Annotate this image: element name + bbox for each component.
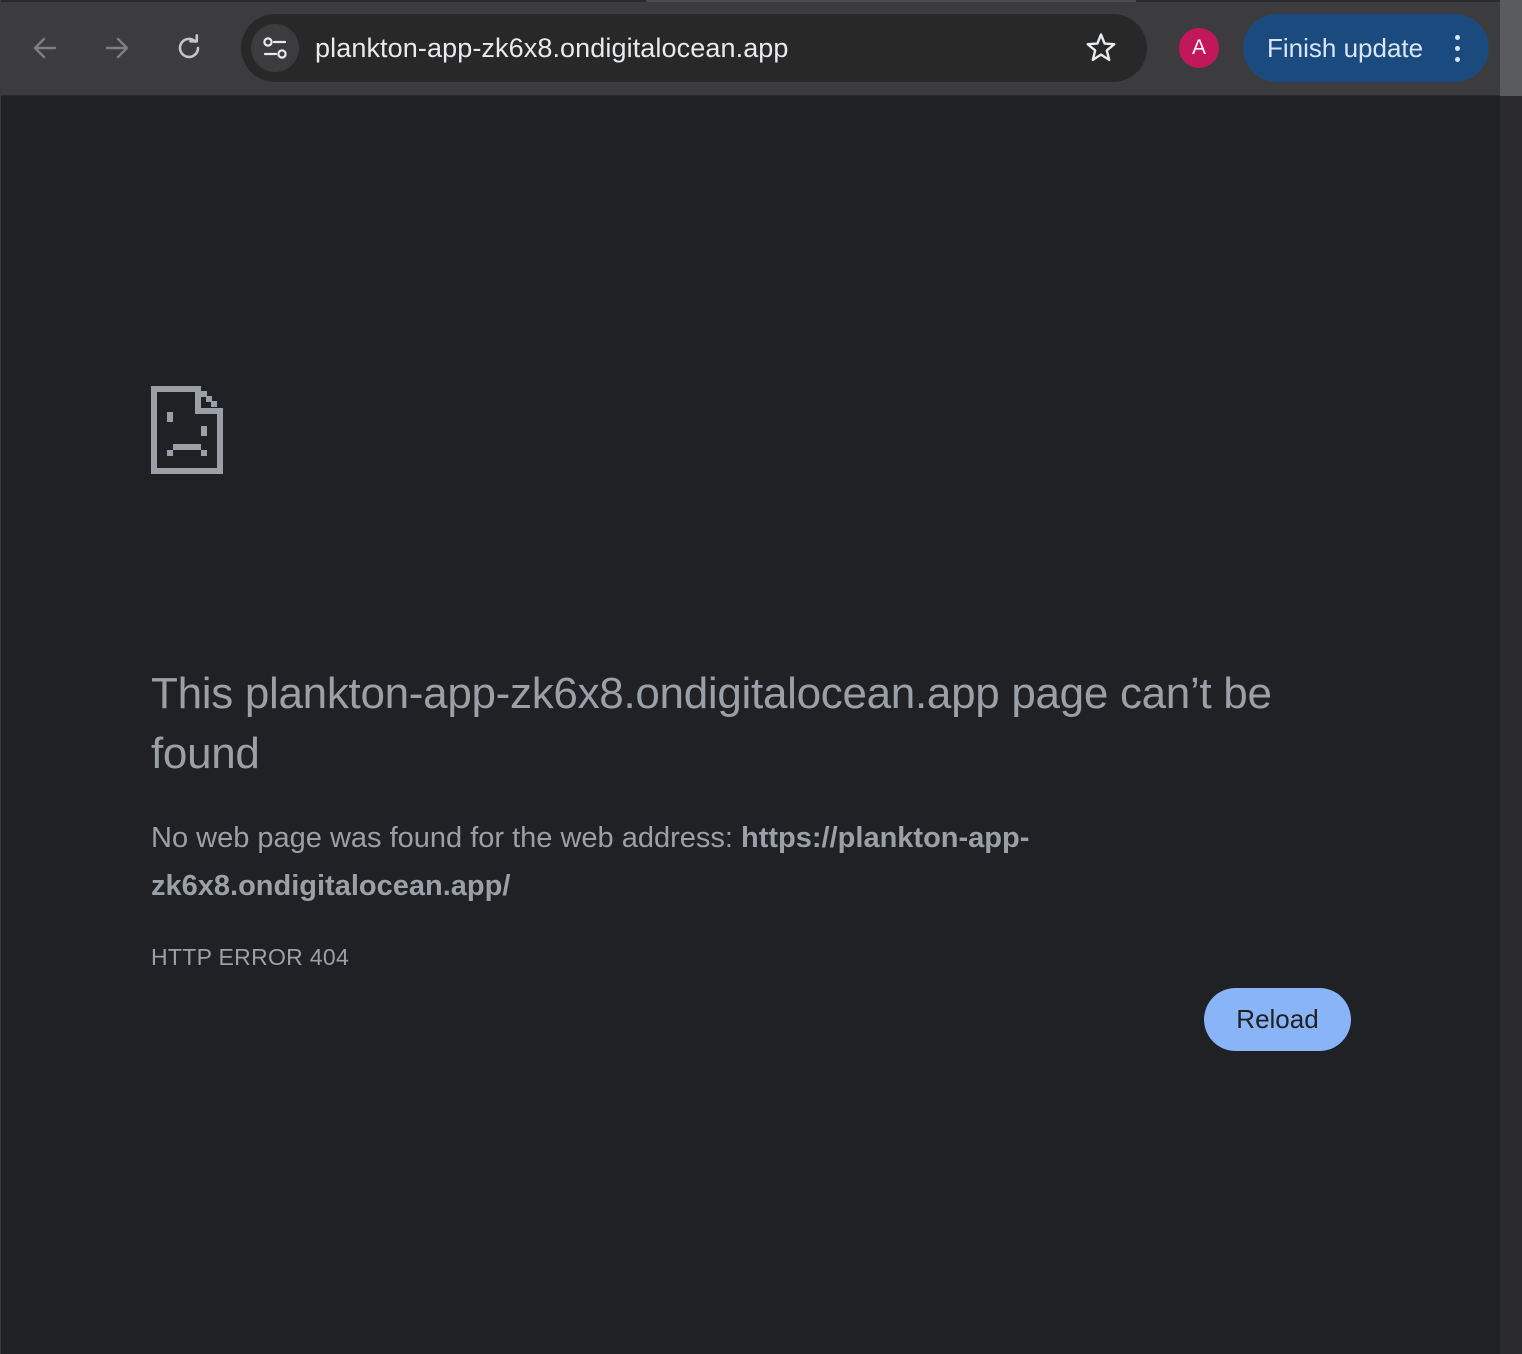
error-title: This plankton-app-zk6x8.ondigitalocean.a… — [151, 669, 1272, 778]
reload-icon — [178, 34, 200, 59]
bookmark-button[interactable] — [1083, 30, 1119, 66]
arrow-left-icon — [33, 37, 57, 59]
back-button[interactable] — [23, 26, 67, 70]
finish-update-label: Finish update — [1267, 33, 1424, 63]
browser-window: plankton-app-zk6x8.ondigitalocean.app A … — [0, 0, 1501, 1354]
browser-toolbar: plankton-app-zk6x8.ondigitalocean.app A … — [1, 0, 1501, 96]
error-description: No web page was found for the web addres… — [151, 814, 1111, 910]
error-code: HTTP ERROR 404 — [151, 944, 350, 970]
active-tab[interactable] — [646, 0, 1136, 2]
forward-button[interactable] — [95, 26, 139, 70]
sad-file-icon — [151, 386, 223, 474]
star-icon — [1086, 33, 1116, 62]
error-description-text: No web page was found for the web addres… — [151, 822, 742, 854]
window-edge-toolbar — [1500, 0, 1522, 96]
tab-strip — [1, 0, 1501, 2]
address-bar[interactable]: plankton-app-zk6x8.ondigitalocean.app — [241, 14, 1147, 82]
finish-update-button[interactable]: Finish update — [1243, 14, 1489, 82]
arrow-right-icon — [105, 37, 129, 59]
url-text[interactable]: plankton-app-zk6x8.ondigitalocean.app — [315, 14, 789, 82]
reload-button[interactable]: Reload — [1204, 988, 1351, 1051]
site-info-button[interactable] — [251, 24, 299, 72]
window-edge — [1500, 0, 1522, 1354]
reload-toolbar-button[interactable] — [167, 26, 211, 70]
kebab-icon — [1445, 30, 1469, 66]
profile-avatar[interactable]: A — [1179, 28, 1219, 68]
tune-icon — [263, 37, 287, 59]
